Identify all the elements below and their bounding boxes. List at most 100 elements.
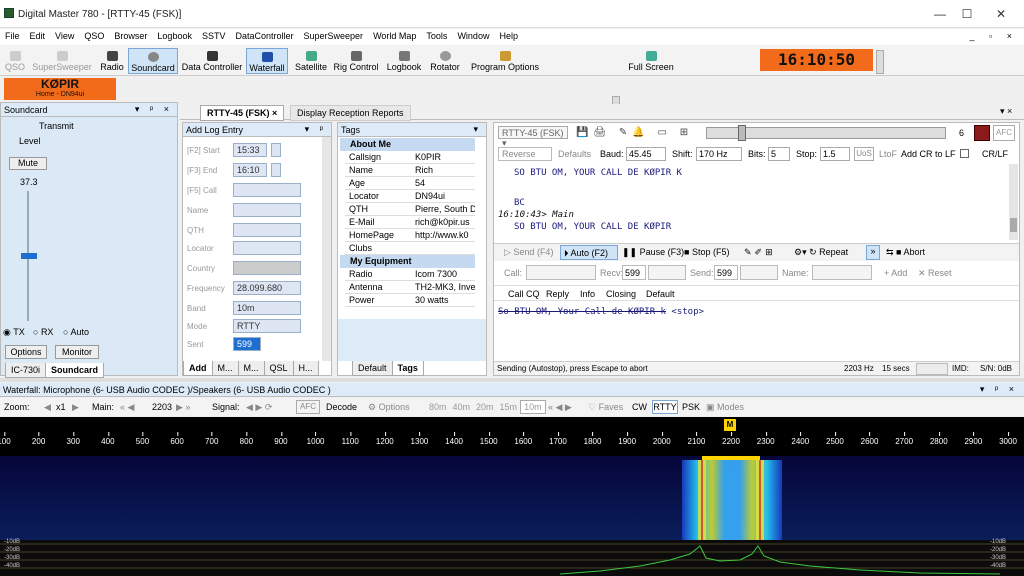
my-equipment-header[interactable]: My Equipment bbox=[340, 255, 475, 268]
shift-select[interactable]: 170 Hz bbox=[696, 147, 742, 161]
options-button[interactable]: Options bbox=[5, 345, 47, 359]
uos-button[interactable]: UoS bbox=[854, 147, 874, 161]
macro-button-2[interactable]: Info bbox=[580, 289, 595, 299]
menu-sstv[interactable]: SSTV bbox=[197, 29, 231, 43]
log-field-reset-0[interactable] bbox=[271, 143, 281, 157]
tag-row[interactable]: QTH Pierre, South D bbox=[345, 203, 475, 216]
monitor-button[interactable]: Monitor bbox=[55, 345, 99, 359]
maximize-button[interactable]: ☐ bbox=[952, 4, 982, 24]
band-15m[interactable]: 15m bbox=[497, 401, 521, 413]
modes-button[interactable]: ▣ Modes bbox=[706, 402, 744, 413]
equip-row[interactable]: Power 30 watts bbox=[345, 294, 475, 307]
log-field-reset-1[interactable] bbox=[271, 163, 281, 177]
menu-qso[interactable]: QSO bbox=[79, 29, 109, 43]
log-entry-scrollbar[interactable] bbox=[322, 137, 331, 361]
waterfall-button[interactable]: Waterfall bbox=[246, 48, 288, 74]
log-field-5[interactable] bbox=[233, 241, 301, 255]
mdi-window-controls[interactable]: _ ▫ × bbox=[970, 31, 1018, 41]
macro-button-3[interactable]: Closing bbox=[606, 289, 636, 299]
supersweeper-button[interactable]: SuperSweeper bbox=[30, 48, 94, 74]
menu-world-map[interactable]: World Map bbox=[368, 29, 421, 43]
logbook-button[interactable]: Logbook bbox=[384, 48, 424, 74]
rtty-toolbar-icons[interactable]: 💾🖨 ✎🔔 ▭ ⊞ bbox=[576, 127, 693, 138]
bits-select[interactable]: 5 bbox=[768, 147, 790, 161]
signal-nav-buttons[interactable]: ◀ ▶ ⟳ bbox=[246, 402, 272, 413]
log-tab-4[interactable]: H... bbox=[292, 361, 319, 376]
wf-options-button[interactable]: ⚙ Options bbox=[368, 402, 410, 413]
scroll-right-button[interactable]: » bbox=[866, 245, 880, 260]
receive-text-area[interactable]: SO BTU OM, YOUR CALL DE KØPIR K BC 16:10… bbox=[496, 164, 1011, 240]
menu-file[interactable]: File bbox=[0, 29, 25, 43]
log-tab-3[interactable]: QSL bbox=[263, 361, 294, 376]
tab-ic730[interactable]: IC-730i bbox=[5, 363, 47, 378]
band-nav-buttons[interactable]: « ◀ ▶ bbox=[548, 402, 572, 413]
log-tab-2[interactable]: M... bbox=[237, 361, 265, 376]
faves-button[interactable]: ♡ Faves bbox=[588, 402, 623, 413]
radio-button[interactable]: Radio bbox=[98, 48, 126, 74]
tab-rtty[interactable]: RTTY-45 (FSK) × bbox=[200, 105, 285, 121]
mode-psk-button[interactable]: PSK bbox=[682, 402, 700, 412]
stop-button[interactable]: ■ Stop (F5) bbox=[684, 247, 729, 257]
log-field-2[interactable] bbox=[233, 183, 301, 197]
menu-edit[interactable]: Edit bbox=[25, 29, 51, 43]
menu-tools[interactable]: Tools bbox=[421, 29, 452, 43]
log-field-4[interactable] bbox=[233, 223, 301, 237]
rotator-button[interactable]: Rotator bbox=[428, 48, 462, 74]
auto-button[interactable]: ⏵ Auto (F2) bbox=[560, 245, 618, 260]
ltof-label[interactable]: LtoF bbox=[879, 149, 897, 159]
zoom-left-button[interactable]: ◀ bbox=[44, 402, 51, 413]
frequency-scale[interactable]: 100 200 300 400 500 600 700 800 900 1000 1100 1200 1… bbox=[0, 432, 1024, 448]
data-controller-button[interactable]: Data Controller bbox=[180, 48, 244, 74]
main-right-buttons[interactable]: ▶ » bbox=[176, 402, 190, 413]
tuning-slider-thumb[interactable] bbox=[738, 125, 746, 141]
log-field-6[interactable] bbox=[233, 261, 301, 275]
menu-window[interactable]: Window bbox=[452, 29, 494, 43]
qso-button[interactable]: QSO bbox=[4, 48, 26, 74]
rx-scrollbar[interactable] bbox=[1009, 164, 1018, 240]
mode-rtty-button[interactable]: RTTY bbox=[652, 400, 678, 414]
reverse-button[interactable]: Reverse bbox=[498, 147, 552, 161]
zoom-right-button[interactable]: ▶ bbox=[72, 402, 79, 413]
waterfall-controls[interactable]: ▾ ᵖ × bbox=[980, 384, 1018, 395]
macro-button-0[interactable]: Call CQ bbox=[508, 289, 540, 299]
close-button[interactable]: ✕ bbox=[986, 4, 1016, 24]
band-10m[interactable]: 10m bbox=[520, 400, 546, 414]
equip-row[interactable]: Radio Icom 7300 bbox=[345, 268, 475, 281]
tag-row[interactable]: Clubs bbox=[345, 242, 475, 255]
toolbar-overflow-2[interactable] bbox=[876, 50, 884, 74]
baud-select[interactable]: 45.45 bbox=[626, 147, 666, 161]
tag-row[interactable]: Locator DN94ui bbox=[345, 190, 475, 203]
splitter[interactable] bbox=[0, 378, 1024, 382]
log-tab-0[interactable]: Add bbox=[183, 361, 213, 376]
send-button[interactable]: ▷ Send (F4) bbox=[504, 247, 553, 258]
band-80m[interactable]: 80m bbox=[426, 401, 450, 413]
auto-radio[interactable]: ○ Auto bbox=[63, 327, 89, 337]
level-slider-thumb[interactable] bbox=[21, 253, 37, 259]
add-cr-checkbox[interactable] bbox=[960, 149, 969, 158]
tab-reception-reports[interactable]: Display Reception Reports bbox=[290, 105, 411, 121]
rig-control-button[interactable]: Rig Control bbox=[332, 48, 380, 74]
call-field[interactable] bbox=[526, 265, 596, 280]
reset-button[interactable]: ✕ Reset bbox=[918, 268, 952, 279]
menu-datacontroller[interactable]: DataController bbox=[230, 29, 298, 43]
log-field-3[interactable] bbox=[233, 203, 301, 217]
log-field-8[interactable]: 10m bbox=[233, 301, 301, 315]
waterfall-display[interactable]: -10dB -20dB -30dB -40dB -10dB -20dB -30d… bbox=[0, 448, 1024, 576]
tab-tags[interactable]: Tags bbox=[391, 361, 424, 376]
transmit-text[interactable]: So BTU OM, Your Call de KØPIR k <stop> bbox=[498, 307, 704, 317]
mode-select[interactable]: RTTY-45 (FSK) ▾ bbox=[498, 126, 568, 148]
soundcard-button[interactable]: Soundcard bbox=[128, 48, 178, 74]
macro-button-4[interactable]: Default bbox=[646, 289, 675, 299]
menu-help[interactable]: Help bbox=[494, 29, 523, 43]
recv-extra-field[interactable] bbox=[648, 265, 686, 280]
send-field[interactable]: 599 bbox=[714, 265, 738, 280]
menu-logbook[interactable]: Logbook bbox=[152, 29, 197, 43]
log-tab-1[interactable]: M... bbox=[211, 361, 239, 376]
defaults-button[interactable]: Defaults bbox=[558, 149, 591, 159]
minimize-button[interactable]: — bbox=[925, 4, 955, 24]
log-field-0[interactable]: 15:33 bbox=[233, 143, 267, 157]
log-field-10[interactable]: 599 bbox=[233, 337, 261, 351]
tag-row[interactable]: Age 54 bbox=[345, 177, 475, 190]
send-extra-field[interactable] bbox=[740, 265, 778, 280]
record-button[interactable] bbox=[974, 125, 990, 141]
